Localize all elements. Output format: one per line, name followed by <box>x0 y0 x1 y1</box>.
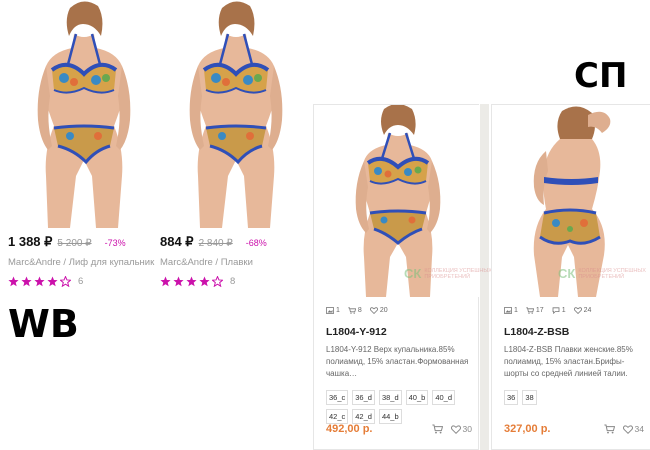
likes-stat: 24 <box>573 307 592 314</box>
wb-product-card[interactable]: 884 ₽ 2 840 ₽ -68% Marc&Andre / Плавки 8 <box>160 0 310 287</box>
rating: 8 <box>160 276 310 287</box>
size-option[interactable]: 36_d <box>352 390 375 405</box>
photos-stat: 1 <box>504 307 518 314</box>
old-price: 2 840 ₽ <box>198 238 233 249</box>
size-option[interactable]: 42_d <box>352 409 375 424</box>
comment-icon <box>552 307 560 314</box>
orders-count: 8 <box>357 307 362 314</box>
star-icon <box>186 276 197 287</box>
star-outline-icon <box>60 276 71 287</box>
product-description: L1804-Y-912 Верх купальника.85% полиамид… <box>326 345 469 378</box>
sp-label: СП <box>574 56 628 96</box>
model-image <box>8 0 158 228</box>
heart-icon <box>450 424 461 434</box>
product-photo[interactable]: СК КОЛЛЕКЦИЯ УСПЕШНЫХ ПРИОБРЕТЕНИЙ <box>492 105 650 297</box>
rating: 6 <box>8 276 158 287</box>
current-price: 884 ₽ <box>160 234 194 249</box>
stats-row: 1 8 20 <box>314 307 478 314</box>
size-option[interactable]: 36 <box>504 390 519 405</box>
price-row: 1 388 ₽ 5 200 ₽ -73% <box>8 234 158 254</box>
sp-product-card[interactable]: СК КОЛЛЕКЦИЯ УСПЕШНЫХ ПРИОБРЕТЕНИЙ 1 17 … <box>491 104 650 450</box>
size-option[interactable]: 40_b <box>405 390 429 405</box>
current-price: 1 388 ₽ <box>8 234 53 249</box>
sp-product-card[interactable]: СК КОЛЛЕКЦИЯ УСПЕШНЫХ ПРИОБРЕТЕНИЙ 1 8 2… <box>313 104 492 450</box>
size-list: 36_c 36_d 38_d 40_b 40_d 42_c 42_d 44_b <box>314 390 480 424</box>
likes-count: 24 <box>583 307 592 314</box>
product-description: L1804-Z-BSB Плавки женские.85% полиамид,… <box>504 345 633 378</box>
star-icon <box>160 276 171 287</box>
size-option[interactable]: 38_d <box>378 390 402 405</box>
review-count: 6 <box>78 276 84 287</box>
heart-icon <box>369 307 378 314</box>
photos-stat: 1 <box>326 307 340 314</box>
size-option[interactable]: 42_c <box>326 409 349 424</box>
stats-row: 1 17 1 24 <box>492 307 650 314</box>
product-sku[interactable]: L1804-Y-912 <box>314 326 478 338</box>
like-count: 30 <box>462 424 472 434</box>
card-footer: 327,00 р. 34 <box>504 423 644 435</box>
photo-icon <box>326 307 334 314</box>
watermark-text: КОЛЛЕКЦИЯ УСПЕШНЫХ ПРИОБРЕТЕНИЙ <box>424 267 492 280</box>
star-icon <box>21 276 32 287</box>
discount-badge: -68% <box>245 238 267 248</box>
discount-badge: -73% <box>104 238 126 248</box>
cart-icon[interactable] <box>431 424 443 434</box>
star-icon <box>34 276 45 287</box>
heart-icon <box>573 307 582 314</box>
wb-product-card[interactable]: 1 388 ₽ 5 200 ₽ -73% Marc&Andre / Лиф дл… <box>8 0 158 287</box>
like-button[interactable]: 34 <box>622 424 644 434</box>
size-option[interactable]: 40_d <box>432 390 456 405</box>
photos-count: 1 <box>514 307 518 314</box>
like-count: 34 <box>634 424 644 434</box>
watermark-logo: СК <box>558 266 576 281</box>
star-icon <box>199 276 210 287</box>
orders-count: 17 <box>535 307 544 314</box>
star-outline-icon <box>212 276 223 287</box>
size-list: 36 38 <box>492 390 650 405</box>
price: 492,00 р. <box>326 423 373 435</box>
model-image <box>160 0 310 228</box>
like-button[interactable]: 30 <box>450 424 472 434</box>
likes-count: 20 <box>379 307 388 314</box>
product-photo[interactable] <box>160 0 310 228</box>
size-option[interactable]: 38 <box>522 390 537 405</box>
product-title[interactable]: Marc&Andre / Плавки <box>160 257 310 268</box>
photos-count: 1 <box>336 307 340 314</box>
heart-icon <box>622 424 633 434</box>
star-icon <box>173 276 184 287</box>
watermark: СК КОЛЛЕКЦИЯ УСПЕШНЫХ ПРИОБРЕТЕНИЙ <box>404 266 494 281</box>
star-icon <box>47 276 58 287</box>
size-option[interactable]: 44_b <box>378 409 402 424</box>
cart-icon <box>348 307 356 314</box>
product-photo[interactable]: СК КОЛЛЕКЦИЯ УСПЕШНЫХ ПРИОБРЕТЕНИЙ <box>314 104 492 297</box>
product-title[interactable]: Marc&Andre / Лиф для купальник <box>8 257 158 268</box>
comments-stat: 1 <box>552 307 566 314</box>
review-count: 8 <box>230 276 236 287</box>
product-photo[interactable] <box>8 0 158 228</box>
watermark-text: КОЛЛЕКЦИЯ УСПЕШНЫХ ПРИОБРЕТЕНИЙ <box>578 267 646 280</box>
size-option[interactable]: 36_c <box>326 390 349 405</box>
wb-label: WB <box>8 302 79 346</box>
price: 327,00 р. <box>504 423 551 435</box>
watermark-logo: СК <box>404 266 422 281</box>
cart-icon <box>526 307 534 314</box>
comments-count: 1 <box>561 307 566 314</box>
star-icon <box>8 276 19 287</box>
old-price: 5 200 ₽ <box>57 238 92 249</box>
card-footer: 492,00 р. 30 <box>326 423 472 435</box>
orders-stat: 8 <box>348 307 362 314</box>
cart-icon[interactable] <box>603 424 615 434</box>
photo-icon <box>504 307 512 314</box>
watermark: СК КОЛЛЕКЦИЯ УСПЕШНЫХ ПРИОБРЕТЕНИЙ <box>558 266 648 281</box>
orders-stat: 17 <box>526 307 544 314</box>
price-row: 884 ₽ 2 840 ₽ -68% <box>160 234 310 254</box>
likes-stat: 20 <box>369 307 388 314</box>
product-sku[interactable]: L1804-Z-BSB <box>492 326 650 338</box>
